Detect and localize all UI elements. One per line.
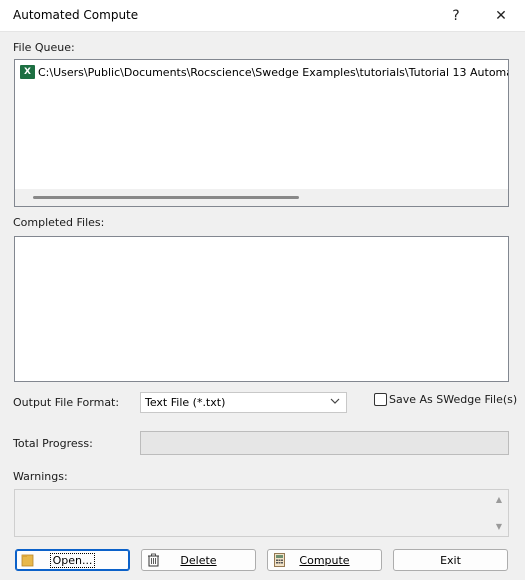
warnings-box[interactable]: ▲ ▼ (14, 489, 509, 537)
file-queue-label: File Queue: (13, 41, 75, 54)
chevron-down-icon (330, 396, 340, 409)
trash-icon (147, 553, 160, 567)
total-progress-label: Total Progress: (13, 437, 93, 450)
window-title: Automated Compute (13, 8, 139, 22)
delete-button-label: Delete (180, 553, 217, 567)
completed-files-label: Completed Files: (13, 216, 105, 229)
compute-button[interactable]: Compute (267, 549, 382, 571)
output-format-label: Output File Format: (13, 396, 120, 409)
open-button-label: Open... (49, 552, 96, 568)
output-format-select[interactable]: Text File (*.txt) (140, 392, 347, 413)
completed-files-list[interactable] (14, 236, 509, 382)
horizontal-scrollbar[interactable] (15, 189, 508, 206)
save-as-swedge-label: Save As SWedge File(s) (389, 393, 518, 406)
compute-button-label: Compute (299, 553, 350, 567)
help-button[interactable]: ? (436, 0, 476, 32)
help-icon: ? (452, 8, 460, 24)
file-path: C:\Users\Public\Documents\Rocscience\Swe… (38, 65, 508, 79)
file-queue-list[interactable]: X C:\Users\Public\Documents\Rocscience\S… (14, 59, 509, 207)
open-button[interactable]: Open... (15, 549, 130, 571)
exit-button-label: Exit (440, 553, 461, 567)
delete-button[interactable]: Delete (141, 549, 256, 571)
total-progress-bar (140, 431, 509, 455)
warnings-label: Warnings: (13, 470, 68, 483)
excel-file-icon: X (20, 65, 35, 79)
close-icon: ✕ (495, 8, 507, 24)
calculator-icon (273, 553, 286, 567)
list-item[interactable]: X C:\Users\Public\Documents\Rocscience\S… (20, 64, 508, 80)
exit-button[interactable]: Exit (393, 549, 508, 571)
close-button[interactable]: ✕ (481, 0, 521, 32)
scroll-up-icon[interactable]: ▲ (494, 495, 504, 504)
folder-icon (21, 553, 34, 567)
scrollbar-thumb[interactable] (33, 196, 299, 199)
title-bar: Automated Compute ? ✕ (0, 0, 525, 32)
scroll-down-icon[interactable]: ▼ (494, 522, 504, 531)
output-format-value: Text File (*.txt) (145, 396, 226, 409)
save-as-swedge-checkbox[interactable] (374, 393, 387, 406)
